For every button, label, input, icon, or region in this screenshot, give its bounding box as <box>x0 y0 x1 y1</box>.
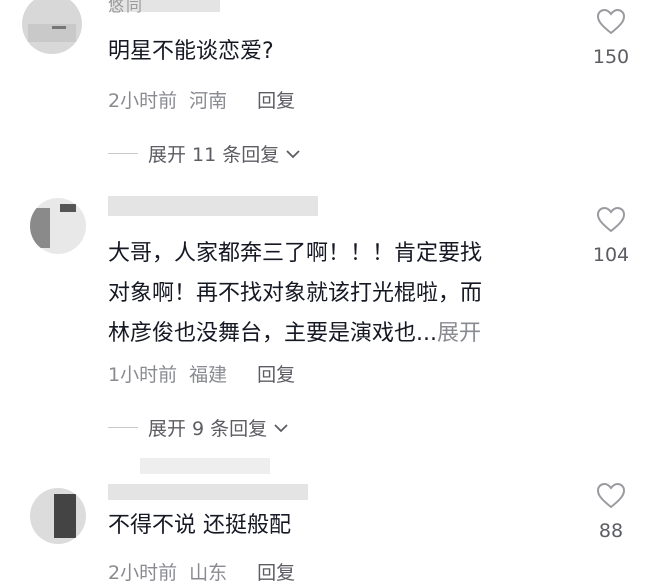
divider <box>108 153 138 154</box>
like-button[interactable]: 88 <box>590 482 632 542</box>
comment-meta: 2小时前 河南 回复 <box>108 86 295 113</box>
username-redacted <box>140 458 270 474</box>
comment-line: 林彦俊也没舞台，主要是演戏也...展开 <box>108 314 482 354</box>
username-redacted <box>108 196 318 216</box>
comment-meta: 1小时前 福建 回复 <box>108 360 295 387</box>
comment-line-text: 林彦俊也没舞台，主要是演戏也... <box>108 321 437 346</box>
divider <box>108 427 138 428</box>
comment-location: 河南 <box>189 90 228 112</box>
comment-line: 大哥，人家都奔三了啊！！！肯定要找 <box>108 241 483 266</box>
heart-outline-icon <box>596 482 626 514</box>
comment-time: 2小时前 <box>108 562 178 584</box>
expand-text-link[interactable]: 展开 <box>437 321 481 346</box>
avatar[interactable] <box>30 198 86 254</box>
reply-button[interactable]: 回复 <box>257 562 295 584</box>
username-redacted <box>108 484 308 500</box>
heart-outline-icon <box>596 8 626 40</box>
comment-location: 山东 <box>189 562 228 584</box>
like-button[interactable]: 150 <box>590 8 632 68</box>
expand-replies-button[interactable]: 展开 11 条回复 <box>108 140 301 167</box>
like-count: 150 <box>592 46 630 68</box>
heart-outline-icon <box>596 206 626 238</box>
comment-time: 2小时前 <box>108 90 178 112</box>
comment-line: 对象啊！再不找对象就该打光棍啦，而 <box>108 281 483 306</box>
chevron-down-icon <box>285 143 301 165</box>
comment-text: 明星不能谈恋爱? <box>108 39 274 64</box>
comment-location: 福建 <box>189 364 228 386</box>
comment-time: 1小时前 <box>108 364 178 386</box>
like-count: 88 <box>598 520 624 542</box>
reply-button[interactable]: 回复 <box>257 364 295 386</box>
expand-replies-label: 展开 9 条回复 <box>148 418 268 440</box>
avatar[interactable] <box>30 488 86 544</box>
comment-text: 大哥，人家都奔三了啊！！！肯定要找 对象啊！再不找对象就该打光棍啦，而 林彦俊也… <box>108 234 482 354</box>
reply-button[interactable]: 回复 <box>257 90 295 112</box>
avatar[interactable] <box>22 0 82 54</box>
expand-replies-button[interactable]: 展开 9 条回复 <box>108 414 289 441</box>
like-button[interactable]: 104 <box>590 206 632 266</box>
expand-replies-label: 展开 11 条回复 <box>148 144 280 166</box>
username-fragment[interactable]: 悠同 <box>108 0 144 16</box>
comment-text: 不得不说 还挺般配 <box>108 513 291 538</box>
comment-meta: 2小时前 山东 回复 <box>108 558 295 585</box>
chevron-down-icon <box>273 417 289 439</box>
like-count: 104 <box>592 244 630 266</box>
